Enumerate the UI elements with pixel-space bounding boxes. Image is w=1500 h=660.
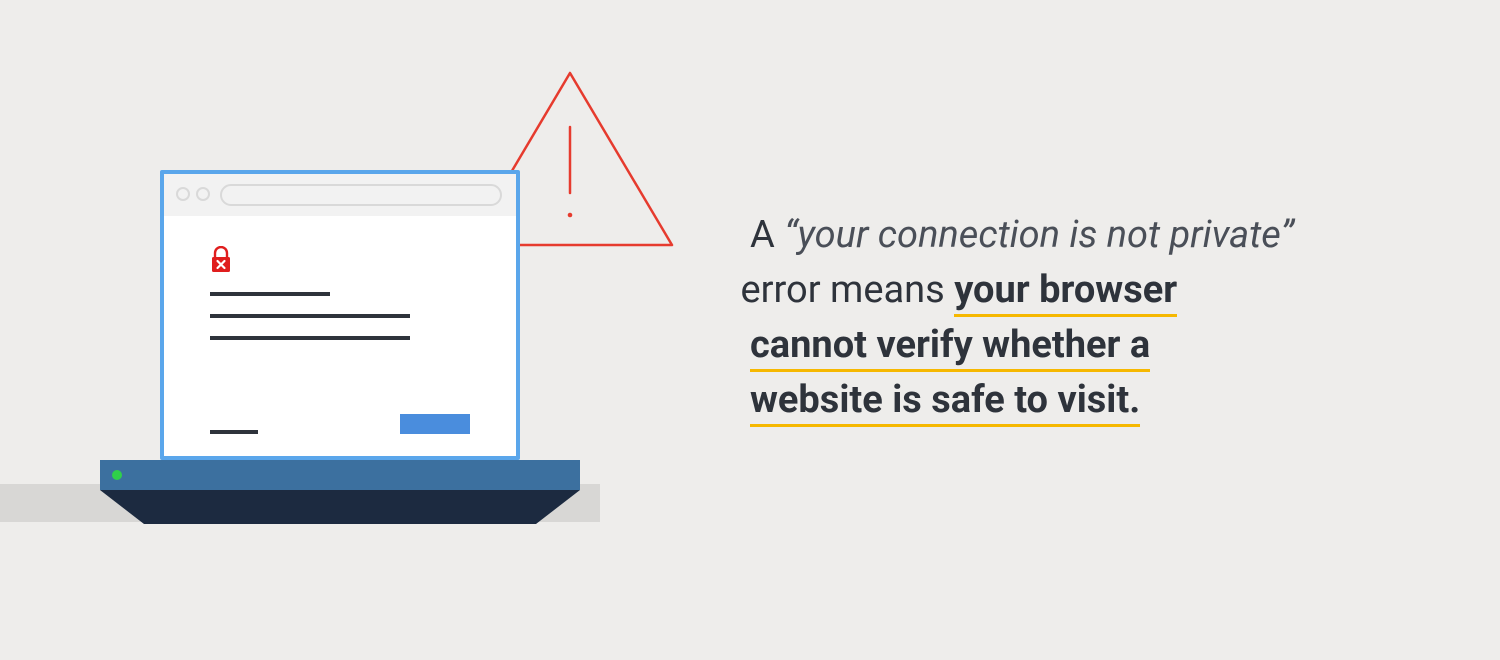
explanation-text: A “your connection is not private” error… [750, 208, 1420, 428]
browser-toolbar [164, 174, 516, 216]
browser-error-page [164, 216, 516, 456]
quote-open: “ [784, 213, 797, 257]
text-mid: error means [741, 268, 955, 312]
laptop-base [100, 460, 580, 490]
text-placeholder-line [210, 292, 330, 296]
primary-action-button-placeholder [400, 414, 470, 434]
window-control-icon [196, 187, 210, 201]
lock-x-icon [210, 246, 232, 274]
bold-line-3: website is safe to visit. [750, 378, 1140, 427]
bold-line-1: your browser [954, 268, 1177, 317]
text-placeholder-line [210, 430, 258, 434]
power-led-icon [112, 470, 122, 480]
window-control-icon [176, 187, 190, 201]
address-bar [220, 184, 502, 206]
text-prefix: A [750, 213, 784, 257]
quote-phrase: your connection is not private [797, 213, 1280, 257]
bold-line-2: cannot verify whether a [750, 323, 1150, 372]
laptop-screen [160, 170, 520, 460]
text-placeholder-line [210, 314, 410, 318]
text-placeholder-line [210, 336, 410, 340]
quote-close: ” [1281, 213, 1294, 257]
